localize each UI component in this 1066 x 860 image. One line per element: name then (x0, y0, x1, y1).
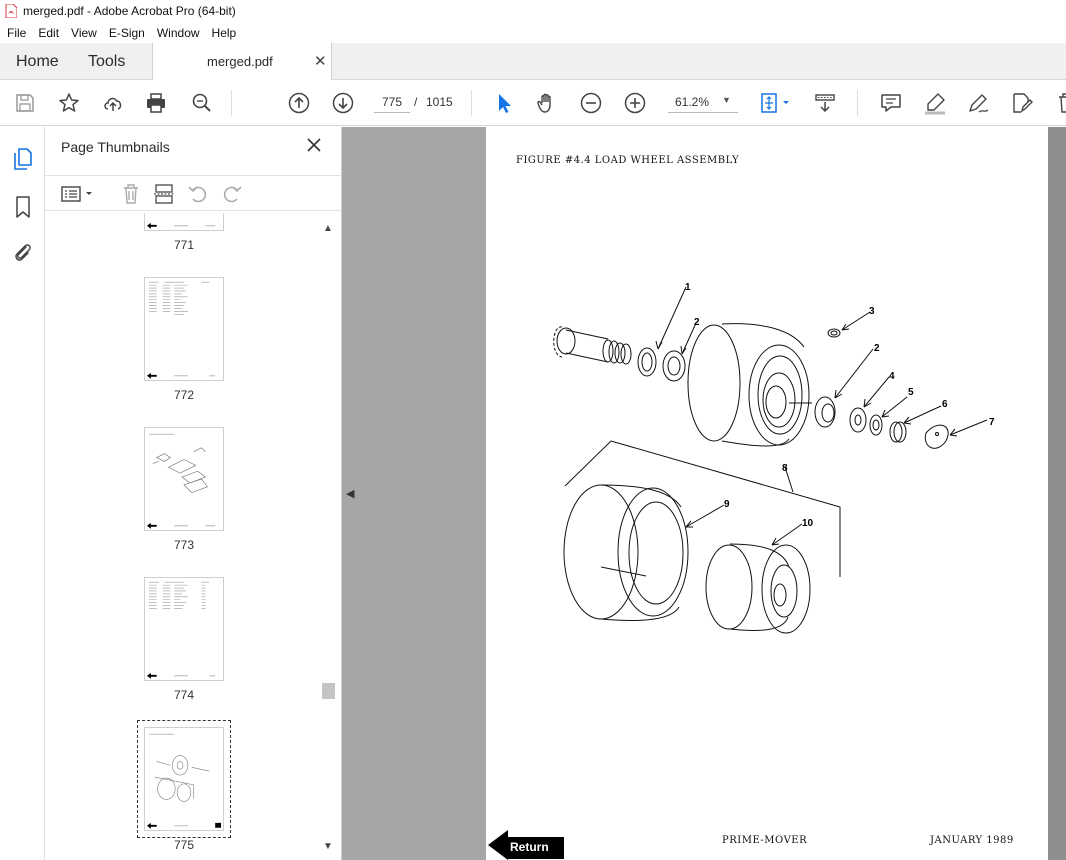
fill-sign-icon[interactable] (1010, 91, 1034, 115)
callout-label: 4 (889, 371, 895, 382)
tab-document-label: merged.pdf (207, 54, 273, 69)
callout-label: 3 (869, 306, 875, 317)
menu-view[interactable]: View (64, 26, 102, 40)
close-panel-icon[interactable] (305, 136, 323, 154)
delete-pages-icon[interactable] (120, 183, 142, 205)
zoom-level-value: 61.2% (675, 95, 710, 109)
thumbnail-scrollbar[interactable]: ▲ ▼ (321, 221, 335, 860)
toolbar-divider (231, 90, 232, 116)
callout-label: 5 (908, 387, 914, 398)
tab-bar: Home Tools merged.pdf ✕ (0, 43, 1066, 81)
left-navigation-rail (0, 127, 45, 860)
thumbnail-page[interactable] (144, 577, 224, 681)
thumbnail-page-number: 772 (173, 388, 195, 402)
thumbnail-page-number: 771 (173, 238, 195, 252)
save-icon[interactable] (13, 91, 37, 115)
cloud-upload-icon[interactable] (101, 91, 125, 115)
print-icon[interactable] (144, 91, 168, 115)
return-label: Return (510, 840, 549, 854)
rotate-right-icon[interactable] (221, 183, 243, 205)
zoom-in-icon[interactable] (623, 91, 647, 115)
hand-tool-icon[interactable] (535, 91, 559, 115)
thumbnail-page-current[interactable] (137, 720, 231, 838)
toolbar: 775 / 1015 61.2% ▼ (0, 80, 1066, 126)
menu-edit[interactable]: Edit (31, 26, 64, 40)
chevron-down-icon: ▼ (722, 95, 731, 105)
bookmark-star-icon[interactable] (57, 91, 81, 115)
callout-label: 10 (802, 518, 814, 529)
page-number-input[interactable]: 775 (374, 91, 410, 113)
menu-bar: File Edit View E-Sign Window Help (0, 22, 1066, 43)
thumbnail-page[interactable] (144, 213, 224, 231)
zoom-search-icon[interactable] (190, 91, 214, 115)
menu-file[interactable]: File (0, 26, 31, 40)
delete-icon[interactable] (1054, 91, 1066, 115)
toolbar-divider (857, 90, 858, 116)
scroll-mode-icon[interactable] (813, 91, 837, 115)
tab-document[interactable]: merged.pdf ✕ (152, 43, 332, 81)
callout-label: 6 (942, 399, 948, 410)
thumbnail-page-number: 773 (173, 538, 195, 552)
figure-title: FIGURE #4.4 LOAD WHEEL ASSEMBLY (516, 155, 740, 166)
select-cursor-icon[interactable] (492, 91, 516, 115)
callout-label: 9 (724, 499, 730, 510)
close-tab-icon[interactable]: ✕ (314, 52, 327, 70)
previous-page-icon[interactable] (287, 91, 311, 115)
window-title: merged.pdf - Adobe Acrobat Pro (64-bit) (23, 4, 236, 18)
fit-page-icon[interactable] (758, 91, 794, 115)
footer-title: PRIME-MOVER (722, 835, 808, 846)
document-viewer[interactable]: ◀ FIGURE #4.4 LOAD WHEEL ASSEMBLY 1 2 3 … (342, 127, 1066, 860)
next-page-icon[interactable] (331, 91, 355, 115)
draw-pen-icon[interactable] (966, 91, 990, 115)
rotate-left-icon[interactable] (187, 183, 209, 205)
menu-window[interactable]: Window (150, 26, 205, 40)
page-thumbnails-icon[interactable] (11, 147, 35, 171)
thumbnail-toolbar (45, 175, 342, 211)
page-thumbnails-panel: Page Thumbnails 771 772 773 774 775 ▲ ▼ (45, 127, 342, 860)
menu-esign[interactable]: E-Sign (102, 26, 150, 40)
thumbnail-list: 771 772 773 774 775 (45, 213, 321, 860)
callout-label: 7 (989, 417, 995, 428)
scrollbar-thumb[interactable] (322, 683, 335, 699)
callout-label: 2 (694, 317, 700, 328)
next-page-edge (1048, 127, 1066, 860)
highlight-icon[interactable] (923, 91, 947, 115)
zoom-level-select[interactable]: 61.2% ▼ (668, 91, 738, 113)
thumbnail-page[interactable] (144, 277, 224, 381)
pdf-page: FIGURE #4.4 LOAD WHEEL ASSEMBLY 1 2 3 2 … (486, 127, 1048, 860)
tab-home[interactable]: Home (16, 43, 59, 80)
scroll-down-arrow-icon[interactable]: ▼ (323, 841, 333, 852)
comment-icon[interactable] (879, 91, 903, 115)
attachments-paperclip-icon[interactable] (11, 241, 35, 265)
bookmarks-icon[interactable] (11, 195, 35, 219)
tab-tools[interactable]: Tools (88, 43, 125, 80)
load-wheel-assembly-drawing: 1 2 3 2 4 5 6 7 8 9 10 (553, 282, 995, 634)
callout-label: 1 (685, 282, 691, 293)
callout-label: 2 (874, 343, 880, 354)
callout-label: 8 (782, 463, 788, 474)
panel-title: Page Thumbnails (61, 139, 170, 155)
footer-date: JANUARY 1989 (930, 835, 1014, 846)
collapse-panel-arrow-icon[interactable]: ◀ (346, 487, 354, 500)
scroll-up-arrow-icon[interactable]: ▲ (323, 223, 333, 234)
acrobat-pdf-icon (5, 4, 17, 18)
thumbnail-page-number: 775 (173, 838, 195, 852)
page-total: 1015 (426, 95, 453, 109)
zoom-out-icon[interactable] (579, 91, 603, 115)
thumbnail-page[interactable] (144, 427, 224, 531)
page-separator: / (414, 95, 418, 109)
thumbnail-page-number: 774 (173, 688, 195, 702)
insert-pages-icon[interactable] (153, 183, 175, 205)
menu-help[interactable]: Help (205, 26, 242, 40)
thumbnail-options-icon[interactable] (61, 183, 95, 205)
title-bar: merged.pdf - Adobe Acrobat Pro (64-bit) (0, 0, 1066, 22)
toolbar-divider (471, 90, 472, 116)
return-button[interactable]: Return (488, 830, 564, 860)
